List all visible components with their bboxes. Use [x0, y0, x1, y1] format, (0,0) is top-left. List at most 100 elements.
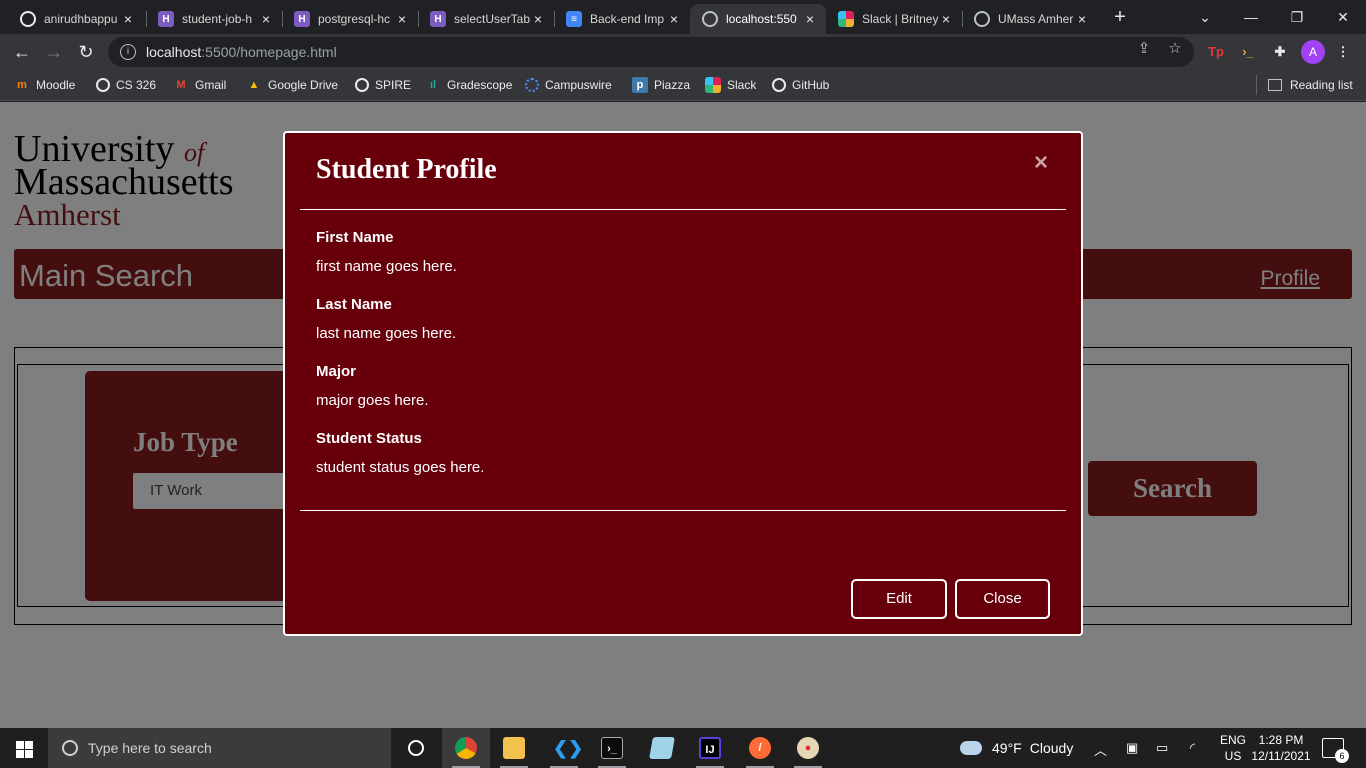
battery-icon[interactable]: ▭ [1156, 740, 1168, 756]
site-info-icon[interactable]: i [120, 44, 136, 60]
tab-backend-doc[interactable]: ≡ Back-end Imp × [554, 4, 690, 34]
bookmark-label: Campuswire [545, 78, 612, 92]
edit-button[interactable]: Edit [851, 579, 947, 619]
extension-tp-icon[interactable]: Tp [1205, 41, 1227, 63]
taskbar-paint[interactable]: ● [784, 728, 832, 768]
bookmark-github[interactable]: GitHub [772, 76, 829, 94]
github-icon [772, 78, 786, 92]
back-arrow-icon[interactable]: ← [8, 38, 36, 66]
bookmark-google-drive[interactable]: ▲ Google Drive [246, 76, 338, 94]
share-icon[interactable]: ⇪ [1135, 40, 1153, 58]
close-icon[interactable]: × [938, 11, 954, 27]
field-major: Major major goes here. [316, 363, 429, 409]
tab-title: selectUserTab [454, 12, 530, 26]
wifi-icon[interactable]: ◜ [1190, 740, 1195, 756]
extension-terminal-icon[interactable]: ›_ [1237, 41, 1259, 63]
tab-title: anirudhbappu [44, 12, 118, 26]
close-icon[interactable]: × [1031, 151, 1051, 175]
google-docs-icon: ≡ [566, 11, 582, 27]
language-code: ENG [1220, 733, 1247, 747]
system-clock[interactable]: 1:28 PM 12/11/2021 [1250, 732, 1312, 764]
tab-search-chevron-icon[interactable]: ⌄ [1182, 4, 1228, 30]
notification-count-badge: 6 [1335, 749, 1349, 763]
intellij-icon: IJ [699, 737, 721, 759]
extensions-puzzle-icon[interactable]: ✚ [1269, 41, 1291, 63]
field-value: major goes here. [316, 392, 429, 409]
chevron-up-icon[interactable]: ︿ [1094, 740, 1107, 759]
tab-umass[interactable]: UMass Amher × [962, 4, 1098, 34]
bookmark-piazza[interactable]: p Piazza [632, 76, 690, 94]
bookmark-label: Google Drive [268, 78, 339, 92]
bookmark-moodle[interactable]: m Moodle [14, 76, 75, 94]
bookmark-label: Moodle [36, 78, 76, 92]
bookmark-cs326[interactable]: CS 326 [96, 76, 156, 94]
heroku-icon: H [294, 11, 310, 27]
taskbar-vscode[interactable]: ❮❯ [540, 728, 588, 768]
close-icon[interactable]: × [1074, 11, 1090, 27]
weather-temperature: 49°F [992, 740, 1022, 756]
modal-title: Student Profile [316, 154, 497, 185]
close-button[interactable]: Close [955, 579, 1050, 619]
field-value: student status goes here. [316, 459, 485, 476]
taskbar-chrome[interactable] [442, 728, 490, 768]
close-icon[interactable]: × [530, 11, 546, 27]
bookmark-campuswire[interactable]: Campuswire [525, 76, 612, 94]
gradescope-icon: ıl [429, 79, 437, 91]
taskbar-intellij[interactable]: IJ [686, 728, 734, 768]
tab-select-user[interactable]: H selectUserTab × [418, 4, 554, 34]
windows-start-button[interactable] [0, 728, 48, 768]
close-icon[interactable]: × [394, 11, 410, 27]
field-label: First Name [316, 229, 394, 246]
browser-toolbar: ← → ↻ i localhost:5500/homepage.html ⇪ ☆… [0, 34, 1366, 70]
notification-center-icon[interactable]: 6 [1322, 738, 1349, 763]
tab-title: student-job-h [182, 12, 253, 26]
url-path: :5500/homepage.html [201, 44, 337, 60]
kebab-menu-icon[interactable]: ⋮ [1332, 41, 1354, 63]
bookmark-slack[interactable]: Slack [705, 76, 756, 94]
piazza-icon: p [632, 77, 648, 93]
tab-slack[interactable]: Slack | Britney × [826, 4, 962, 34]
windows-logo-icon [25, 741, 33, 749]
tab-localhost[interactable]: localhost:550 × [690, 4, 826, 34]
weather-widget[interactable]: 49°F Cloudy [960, 728, 1073, 768]
bookmark-gradescope[interactable]: ıl Gradescope [425, 76, 512, 94]
clock-date: 12/11/2021 [1251, 749, 1311, 763]
close-icon[interactable]: × [120, 11, 136, 27]
tab-github[interactable]: anirudhbappu × [8, 4, 144, 34]
taskbar-search-box[interactable]: Type here to search [48, 728, 391, 768]
forward-arrow-icon[interactable]: → [40, 38, 68, 66]
meet-now-icon[interactable]: ▣ [1126, 740, 1138, 756]
field-value: first name goes here. [316, 258, 457, 275]
notepad-icon [649, 737, 675, 759]
minimize-button[interactable]: — [1228, 4, 1274, 30]
bookmark-spire[interactable]: SPIRE [355, 76, 411, 94]
chrome-icon [455, 737, 477, 759]
profile-avatar[interactable]: A [1301, 40, 1325, 64]
heroku-icon: H [430, 11, 446, 27]
window-close-button[interactable]: ✕ [1320, 4, 1366, 30]
close-icon[interactable]: × [258, 11, 274, 27]
close-icon[interactable]: × [802, 11, 818, 27]
taskbar-terminal[interactable]: ›_ [588, 728, 636, 768]
web-page: University of Massachusetts Amherst Main… [0, 102, 1366, 728]
language-indicator[interactable]: ENG US [1220, 732, 1246, 764]
tab-title: UMass Amher [998, 12, 1074, 26]
bookmark-star-icon[interactable]: ☆ [1166, 40, 1184, 58]
taskbar-file-explorer[interactable] [490, 728, 538, 768]
globe-icon [355, 78, 369, 92]
close-icon[interactable]: × [666, 11, 682, 27]
taskbar-notepad[interactable] [638, 728, 686, 768]
taskbar-postman[interactable]: / [736, 728, 784, 768]
modal-footer-divider [300, 510, 1066, 511]
reload-icon[interactable]: ↻ [72, 38, 100, 66]
tab-student-job[interactable]: H student-job-h × [146, 4, 282, 34]
restore-button[interactable]: ❐ [1274, 4, 1320, 30]
address-bar[interactable]: i localhost:5500/homepage.html [108, 37, 1194, 67]
task-view-button[interactable] [392, 728, 440, 768]
new-tab-button[interactable]: + [1108, 6, 1132, 30]
vscode-icon: ❮❯ [553, 738, 584, 758]
clock-time: 1:28 PM [1258, 733, 1304, 747]
bookmark-gmail[interactable]: M Gmail [173, 76, 226, 94]
tab-postgresql[interactable]: H postgresql-hc × [282, 4, 418, 34]
reading-list-button[interactable]: Reading list [1256, 75, 1353, 95]
